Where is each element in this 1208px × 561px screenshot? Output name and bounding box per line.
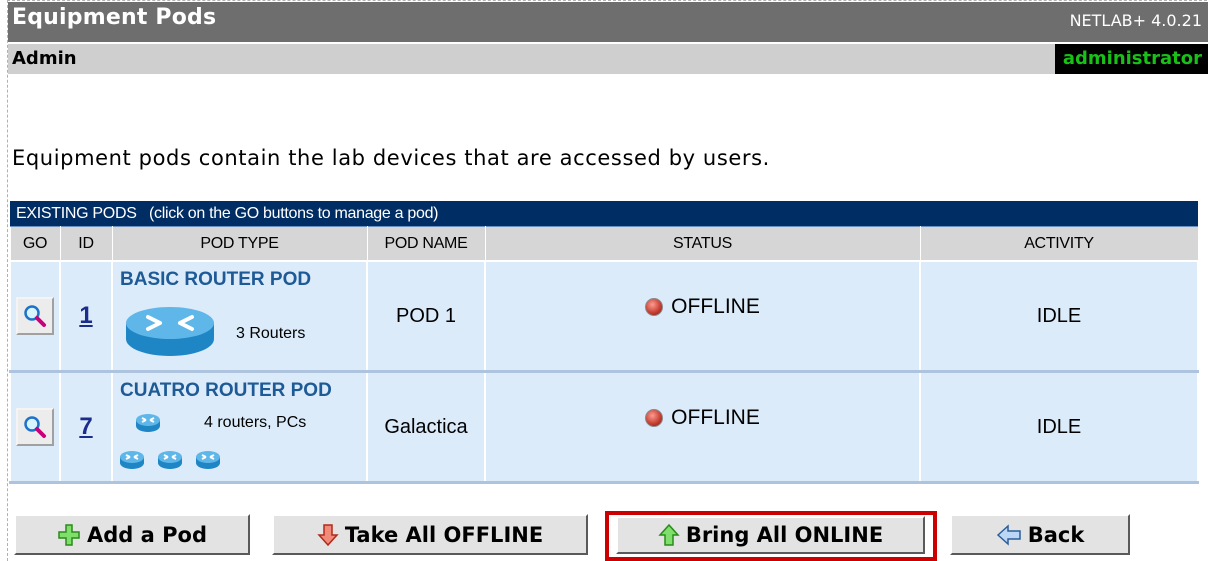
version-label: NETLAB+ 4.0.21 bbox=[1069, 11, 1202, 30]
magnifier-icon bbox=[24, 416, 46, 438]
pod-type-cell: BASIC ROUTER POD 3 Routers bbox=[111, 260, 368, 373]
up-arrow-icon bbox=[658, 523, 680, 546]
add-pod-label: Add a Pod bbox=[87, 522, 207, 547]
pod-name-cell: Galactica bbox=[366, 370, 486, 484]
router-icon bbox=[120, 451, 220, 469]
page-title: Equipment Pods bbox=[12, 5, 217, 30]
intro-text: Equipment pods contain the lab devices t… bbox=[12, 146, 770, 170]
go-button[interactable] bbox=[16, 408, 54, 446]
pod-type-desc: 4 routers, PCs bbox=[204, 414, 307, 431]
id-cell: 7 bbox=[59, 370, 113, 484]
activity-cell: IDLE bbox=[919, 260, 1199, 373]
take-all-offline-button[interactable]: Take All OFFLINE bbox=[272, 514, 588, 555]
table-row: 1 BASIC ROUTER POD 3 Routers POD 1 OFFLI… bbox=[9, 260, 1199, 373]
offline-status-icon bbox=[645, 408, 664, 427]
table-row: 7 CUATRO ROUTER POD 4 routers, PCs Galac… bbox=[9, 370, 1199, 484]
col-id: ID bbox=[59, 226, 113, 262]
pod-id-link[interactable]: 1 bbox=[79, 302, 92, 329]
take-all-offline-label: Take All OFFLINE bbox=[344, 522, 544, 547]
col-status: STATUS bbox=[484, 226, 921, 262]
plus-icon bbox=[58, 523, 80, 546]
col-pod-type: POD TYPE bbox=[111, 226, 368, 262]
section-label: Admin bbox=[12, 48, 77, 69]
go-button[interactable] bbox=[16, 297, 54, 335]
id-cell: 1 bbox=[59, 260, 113, 373]
status-cell: OFFLINE bbox=[484, 260, 921, 373]
title-bar: Equipment Pods NETLAB+ 4.0.21 bbox=[8, 2, 1208, 42]
table-caption-row: EXISTING PODS (click on the GO buttons t… bbox=[10, 201, 1198, 227]
router-icon bbox=[126, 307, 214, 356]
section-bar: Admin administrator bbox=[8, 44, 1208, 74]
status-cell: OFFLINE bbox=[484, 370, 921, 484]
col-go: GO bbox=[9, 226, 61, 262]
activity-cell: IDLE bbox=[919, 370, 1199, 484]
bring-all-online-button[interactable]: Bring All ONLINE bbox=[616, 516, 925, 554]
pod-id-link[interactable]: 7 bbox=[79, 413, 92, 440]
col-activity: ACTIVITY bbox=[919, 226, 1199, 262]
table-header-row: GO ID POD TYPE POD NAME STATUS ACTIVITY bbox=[9, 226, 1199, 262]
status-text: OFFLINE bbox=[671, 294, 760, 318]
offline-status-icon bbox=[645, 297, 664, 316]
back-button[interactable]: Back bbox=[950, 514, 1130, 555]
router-icon bbox=[136, 414, 160, 432]
pod-type-cell: CUATRO ROUTER POD 4 routers, PCs bbox=[111, 370, 368, 484]
status-text: OFFLINE bbox=[671, 405, 760, 429]
pod-type-title: CUATRO ROUTER POD bbox=[120, 380, 332, 401]
pod-type-desc: 3 Routers bbox=[236, 325, 306, 342]
add-pod-button[interactable]: Add a Pod bbox=[14, 514, 250, 555]
pods-table: EXISTING PODS (click on the GO buttons t… bbox=[9, 201, 1199, 484]
pod-name-cell: POD 1 bbox=[366, 260, 486, 373]
back-label: Back bbox=[1027, 522, 1085, 547]
left-arrow-icon bbox=[996, 523, 1021, 546]
go-cell bbox=[9, 370, 61, 484]
magnifier-icon bbox=[24, 305, 46, 327]
bring-all-online-label: Bring All ONLINE bbox=[685, 523, 884, 547]
down-arrow-icon bbox=[317, 523, 339, 546]
table-caption: EXISTING PODS (click on the GO buttons t… bbox=[10, 201, 1198, 227]
go-cell bbox=[9, 260, 61, 373]
pod-type-title: BASIC ROUTER POD bbox=[120, 269, 312, 290]
col-pod-name: POD NAME bbox=[366, 226, 486, 262]
user-badge: administrator bbox=[1054, 44, 1208, 74]
